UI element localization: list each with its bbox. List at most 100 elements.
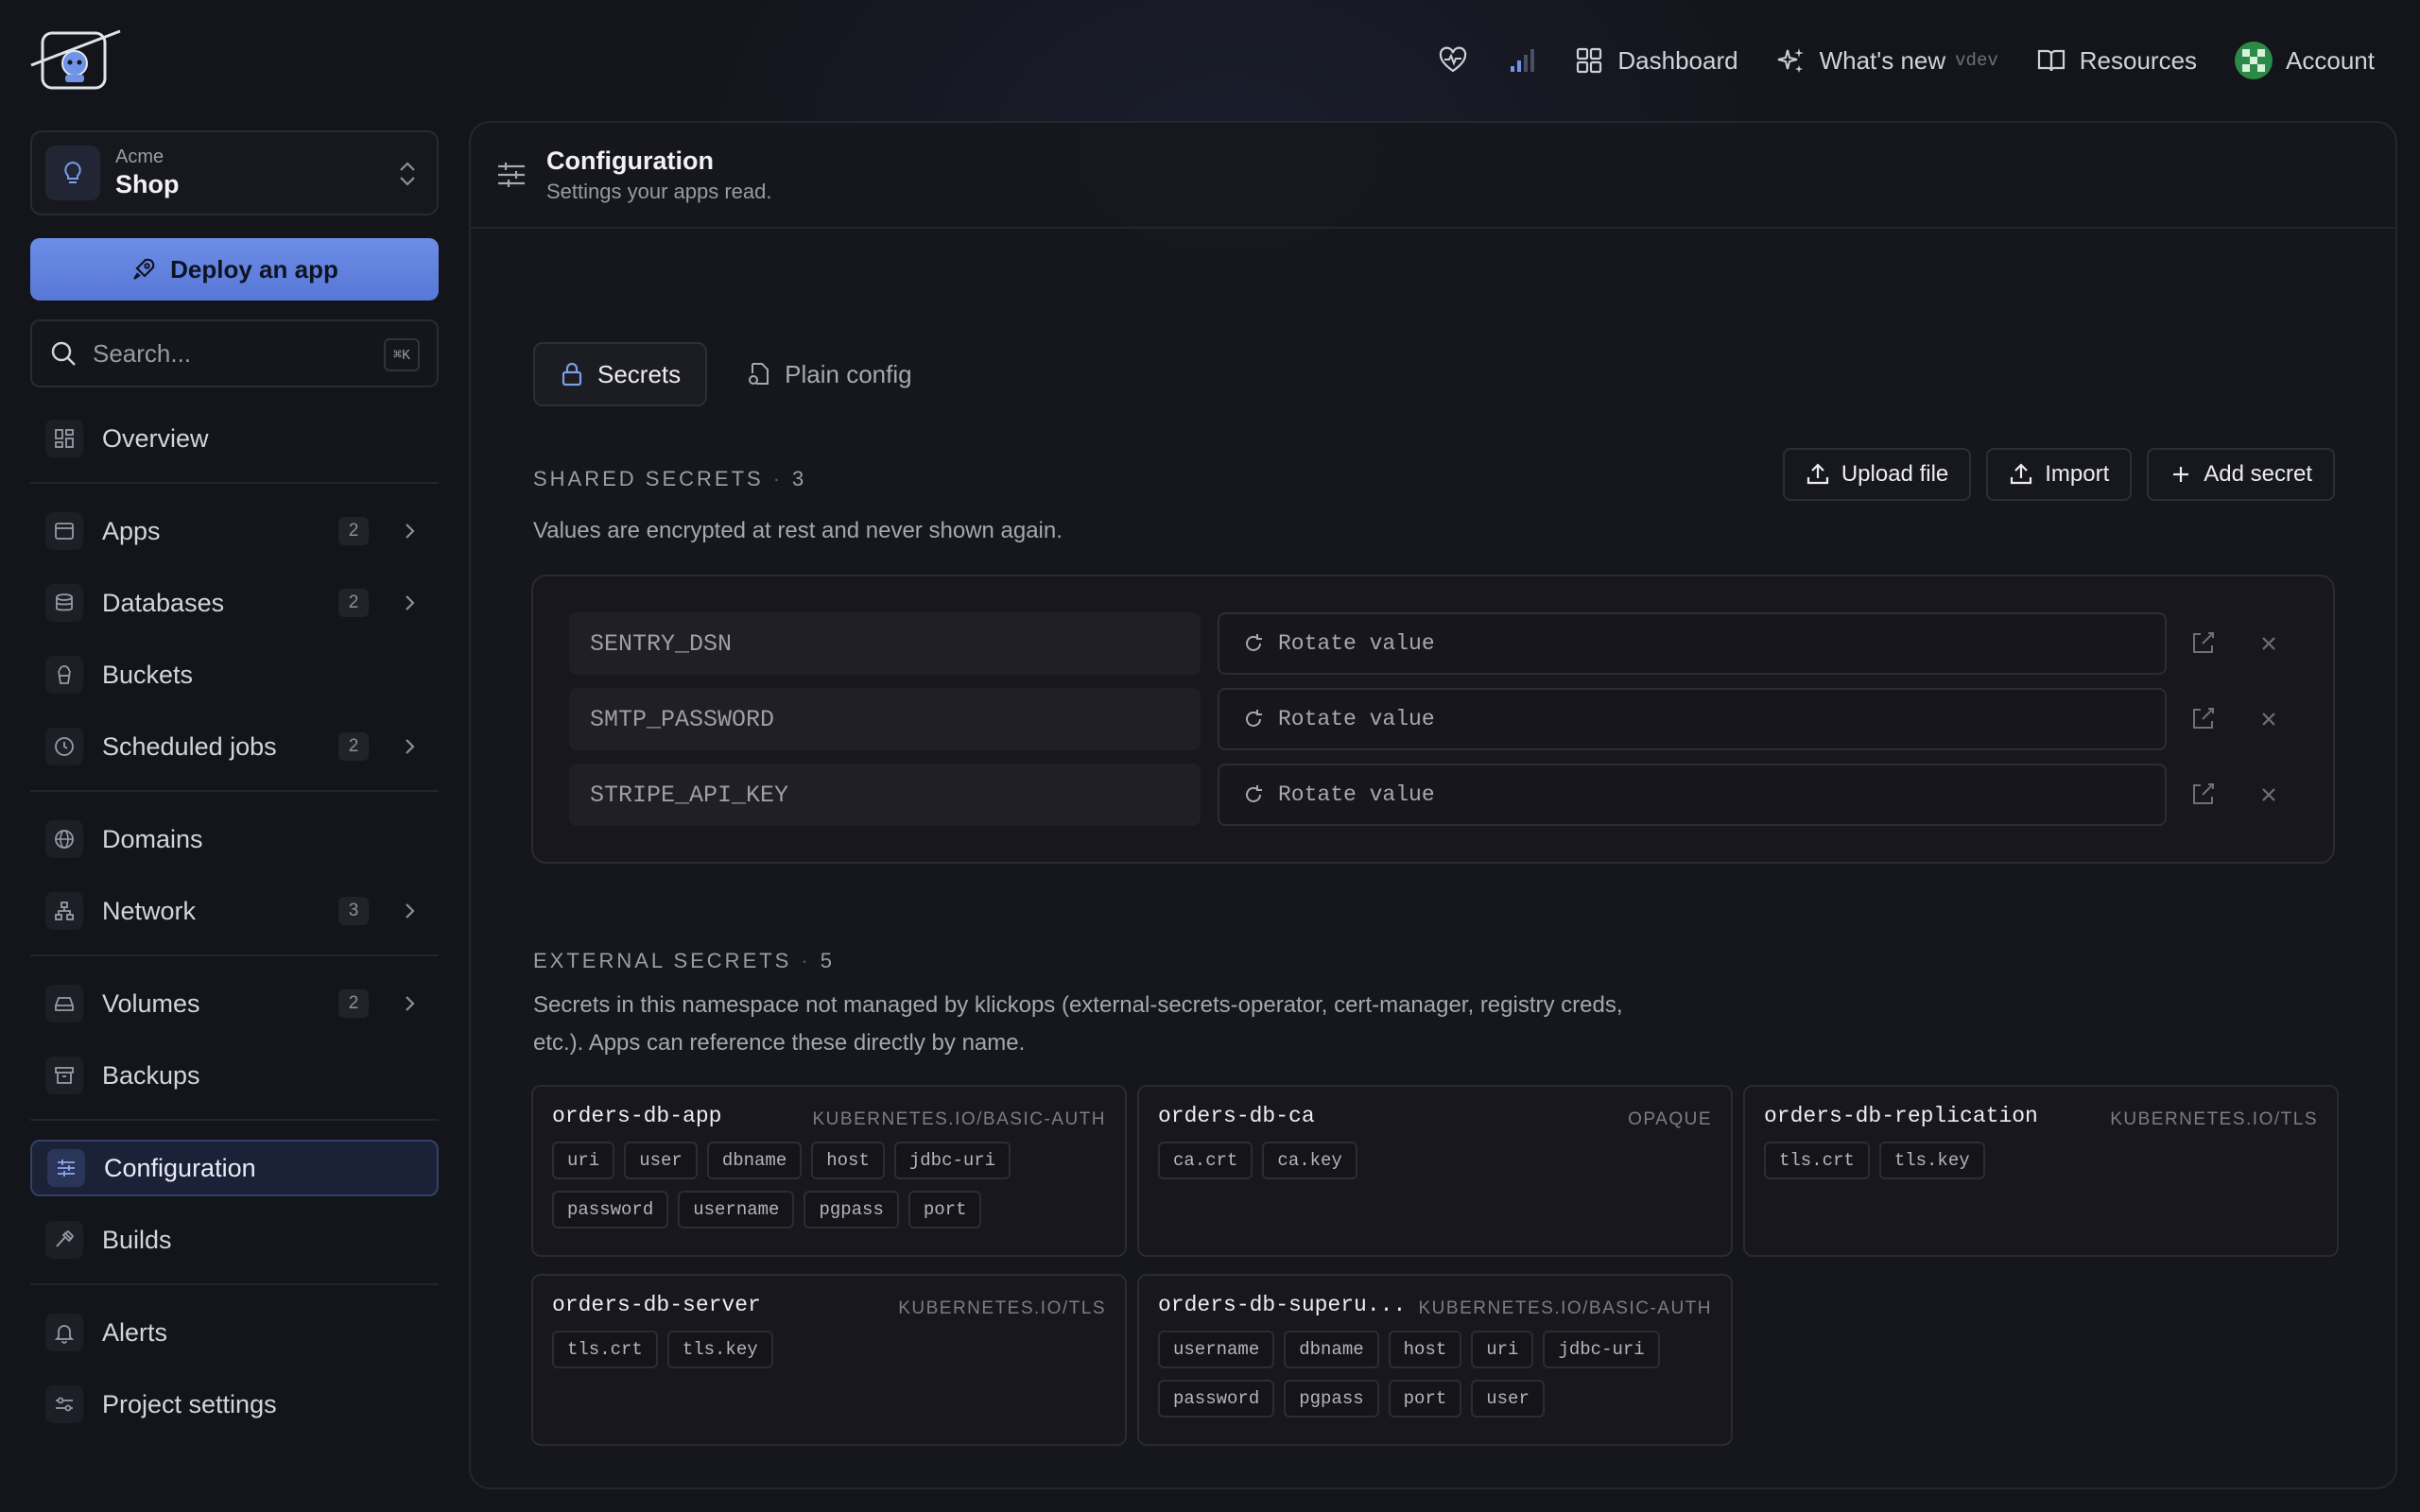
rotate-value-field[interactable]: Rotate value xyxy=(1218,688,2167,750)
whats-new-link[interactable]: What's new vdev xyxy=(1776,45,1998,76)
key-chip: tls.crt xyxy=(552,1331,658,1368)
external-secret-card[interactable]: orders-db-ca OPAQUE ca.crt ca.key xyxy=(1137,1085,1733,1257)
sidebar-item-network[interactable]: Network 3 xyxy=(30,883,439,939)
page-subtitle: Settings your apps read. xyxy=(546,179,772,203)
external-secrets-description: Secrets in this namespace not managed by… xyxy=(533,987,1623,1062)
rotate-value-field[interactable]: Rotate value xyxy=(1218,612,2167,675)
sidebar-item-alerts[interactable]: Alerts xyxy=(30,1304,439,1361)
network-icon xyxy=(45,892,83,930)
secret-keys: username dbname host uri jdbc-uri passwo… xyxy=(1158,1331,1712,1418)
key-chip: user xyxy=(1471,1380,1545,1418)
count-badge: 3 xyxy=(338,897,369,925)
tab-label: Secrets xyxy=(597,359,682,388)
section-title: SHARED SECRETS xyxy=(533,467,764,490)
status-signal-button[interactable] xyxy=(1506,45,1536,76)
sidebar-item-label: Buckets xyxy=(102,660,194,689)
sidebar-item-label: Project settings xyxy=(102,1389,277,1418)
layout-grid-icon xyxy=(45,420,83,457)
rotate-value-field[interactable]: Rotate value xyxy=(1218,764,2167,826)
database-icon xyxy=(45,584,83,622)
external-secrets-heading: EXTERNAL SECRETS · 5 xyxy=(533,949,835,972)
avatar xyxy=(2235,42,2273,79)
key-chip: ca.crt xyxy=(1158,1142,1253,1179)
archive-icon xyxy=(45,1057,83,1094)
sidebar-item-databases[interactable]: Databases 2 xyxy=(30,575,439,631)
import-button[interactable]: Import xyxy=(1986,448,2133,501)
close-icon[interactable] xyxy=(2256,630,2282,657)
external-secret-card[interactable]: orders-db-app KUBERNETES.IO/BASIC-AUTH u… xyxy=(531,1085,1127,1257)
account-link[interactable]: Account xyxy=(2235,42,2375,79)
sidebar-item-buckets[interactable]: Buckets xyxy=(30,646,439,703)
dashboard-label: Dashboard xyxy=(1617,45,1738,75)
search-input[interactable] xyxy=(93,338,367,369)
secret-key: SMTP_PASSWORD xyxy=(569,688,1201,750)
sidebar-item-scheduled-jobs[interactable]: Scheduled jobs 2 xyxy=(30,718,439,775)
sliders-icon xyxy=(498,163,525,187)
external-secret-card[interactable]: orders-db-replication KUBERNETES.IO/TLS … xyxy=(1743,1085,2339,1257)
upload-file-button[interactable]: Upload file xyxy=(1782,448,1972,501)
sidebar-item-overview[interactable]: Overview xyxy=(30,410,439,467)
sidebar-item-label: Apps xyxy=(102,516,161,545)
deploy-app-button[interactable]: Deploy an app xyxy=(30,238,439,301)
count-badge: 2 xyxy=(338,732,369,761)
hammer-icon xyxy=(45,1221,83,1259)
sidebar-item-label: Configuration xyxy=(104,1153,256,1182)
chevron-right-icon xyxy=(406,524,415,539)
app-root: Dashboard What's new vdev Resources Acco… xyxy=(0,0,2420,1512)
refresh-icon xyxy=(1246,710,1262,727)
book-open-icon xyxy=(2037,49,2065,72)
secret-type: KUBERNETES.IO/TLS xyxy=(898,1298,1106,1318)
key-chip: tls.key xyxy=(1878,1142,1985,1179)
sidebar-item-backups[interactable]: Backups xyxy=(30,1047,439,1104)
external-link-icon[interactable] xyxy=(2189,704,2218,732)
sidebar-item-builds[interactable]: Builds xyxy=(30,1211,439,1268)
key-chip: jdbc-uri xyxy=(1543,1331,1660,1368)
key-chip: tls.key xyxy=(666,1331,773,1368)
rotate-value-label: Rotate value xyxy=(1278,707,1435,731)
secret-row: SMTP_PASSWORD Rotate value xyxy=(569,688,2318,750)
external-link-icon[interactable] xyxy=(2189,780,2218,808)
external-link-icon[interactable] xyxy=(2189,628,2218,657)
resources-link[interactable]: Resources xyxy=(2036,45,2197,76)
secret-type: OPAQUE xyxy=(1628,1109,1712,1129)
sidebar-item-label: Volumes xyxy=(102,988,200,1018)
count-badge: 2 xyxy=(338,589,369,617)
sliders-icon xyxy=(47,1149,85,1187)
sidebar-item-domains[interactable]: Domains xyxy=(30,811,439,868)
key-chip: dbname xyxy=(1284,1331,1379,1368)
sidebar-item-project-settings[interactable]: Project settings xyxy=(30,1376,439,1433)
shared-secrets-list: SENTRY_DSN Rotate value SMTP_PASSWORD Ro… xyxy=(531,575,2335,864)
external-secret-card[interactable]: orders-db-superu... KUBERNETES.IO/BASIC-… xyxy=(1137,1274,1733,1446)
sidebar-item-configuration[interactable]: Configuration xyxy=(30,1140,439,1196)
key-chip: ca.key xyxy=(1262,1142,1357,1179)
close-icon[interactable] xyxy=(2256,782,2282,808)
file-cog-icon xyxy=(749,363,769,385)
dashboard-link[interactable]: Dashboard xyxy=(1574,45,1738,76)
divider xyxy=(30,1283,439,1285)
tab-plain-config[interactable]: Plain config xyxy=(720,342,938,406)
tab-secrets[interactable]: Secrets xyxy=(533,342,708,406)
plus-icon xyxy=(2173,467,2189,482)
sidebar-item-volumes[interactable]: Volumes 2 xyxy=(30,975,439,1032)
chevron-right-icon xyxy=(406,996,415,1011)
secret-keys: uri user dbname host jdbc-uri password u… xyxy=(552,1142,1106,1228)
account-label: Account xyxy=(2286,45,2375,75)
key-chip: username xyxy=(1158,1331,1275,1368)
rotate-value-label: Rotate value xyxy=(1278,782,1435,807)
add-secret-button[interactable]: Add secret xyxy=(2147,448,2335,501)
key-chip: pgpass xyxy=(1284,1380,1379,1418)
brand-logo[interactable] xyxy=(29,27,122,94)
workspace-switcher[interactable]: Acme Shop xyxy=(30,130,439,215)
close-icon[interactable] xyxy=(2256,706,2282,732)
sidebar: Acme Shop Deploy an app ⌘K Overview Apps xyxy=(30,130,439,1448)
signal-bars-icon xyxy=(1511,49,1535,72)
sidebar-item-apps[interactable]: Apps 2 xyxy=(30,503,439,559)
import-label: Import xyxy=(2045,461,2110,487)
health-button[interactable] xyxy=(1438,45,1468,76)
divider xyxy=(30,482,439,484)
upload-icon xyxy=(1806,463,1828,485)
secret-keys: tls.crt tls.key xyxy=(552,1331,1106,1368)
external-secret-card[interactable]: orders-db-server KUBERNETES.IO/TLS tls.c… xyxy=(531,1274,1127,1446)
upload-file-label: Upload file xyxy=(1841,461,1949,487)
divider xyxy=(30,954,439,956)
